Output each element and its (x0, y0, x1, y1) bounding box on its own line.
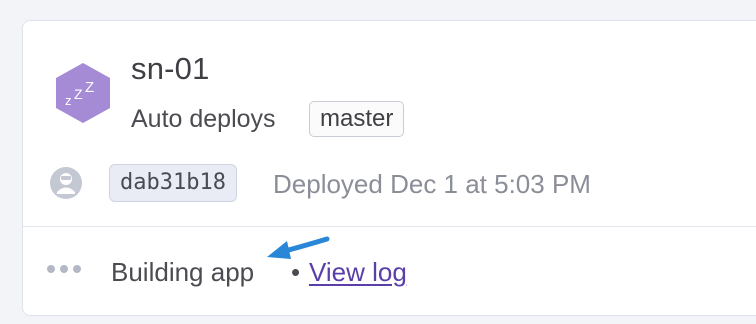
auto-deploys-label: Auto deploys (131, 105, 276, 133)
build-status-text: Building app (111, 257, 255, 287)
branch-badge: master (309, 101, 405, 137)
pointer-arrow-icon (267, 236, 330, 259)
app-card: z Z Z sn-01 Auto deploys master dab31b18… (22, 20, 756, 316)
svg-text:Z: Z (74, 86, 83, 102)
sleeping-zzz-icon: z Z Z (56, 63, 110, 123)
commit-hash-badge[interactable]: dab31b18 (109, 164, 237, 202)
deploy-status-text: Deployed Dec 1 at 5:03 PM (273, 169, 591, 199)
user-avatar-icon (50, 167, 82, 199)
divider (23, 226, 756, 227)
svg-text:z: z (65, 93, 72, 108)
ellipsis-icon (47, 265, 81, 273)
svg-text:Z: Z (85, 79, 94, 96)
app-name[interactable]: sn-01 (131, 51, 210, 87)
